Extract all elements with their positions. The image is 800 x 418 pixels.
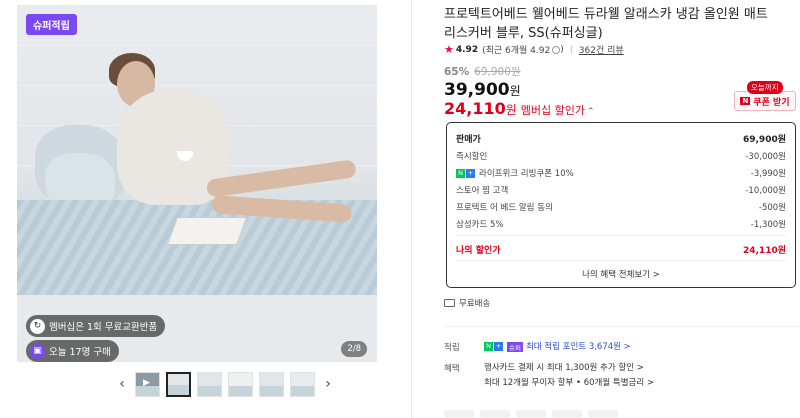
view-all-benefits-link[interactable]: 나의 혜택 전체보기 >: [447, 268, 795, 280]
member-price-label: 멤버십 할인가: [520, 104, 586, 117]
rating-row: ★ 4.92 (최근 6개월 4.92 ) | 362건 리뷰: [444, 43, 624, 56]
naver-plus-icon: N +: [484, 342, 503, 351]
coupon-today-badge: 오늘까지: [747, 81, 783, 94]
naver-plus-icon: N +: [456, 169, 475, 178]
earn-points-link[interactable]: N + 슈퍼 최대 적립 포인트 3,674원 >: [484, 340, 631, 352]
thumbnail-2[interactable]: [166, 371, 191, 397]
earn-label: 적립: [444, 343, 460, 353]
breakdown-row-coupon: N + 라이프위크 리빙쿠폰 10% -3,990원: [456, 167, 786, 179]
coupon-button[interactable]: N 쿠폰 받기: [734, 91, 796, 111]
naver-n-icon: N: [740, 97, 751, 105]
original-price: 69,900원: [474, 66, 521, 78]
benefit-label: 혜택: [444, 364, 460, 374]
discount-rate: 65%: [444, 65, 470, 78]
shipping-text: 무료배송: [459, 299, 491, 309]
column-divider: [411, 0, 412, 418]
shipping-info: 무료배송: [444, 297, 490, 309]
product-image-gallery[interactable]: 슈퍼적립 ↻ 멤버십은 1회 무료교환반품 ▣ 오늘 17명 구매 2/8: [17, 5, 377, 362]
membership-return-text: 멤버십은 1회 무료교환반품: [49, 322, 158, 333]
star-icon: ★: [444, 43, 454, 56]
thumbnail-6[interactable]: [290, 371, 315, 397]
sale-price: 39,900원: [444, 80, 521, 100]
bottom-tabs-hint: [444, 410, 618, 418]
review-count-link[interactable]: 362건 리뷰: [579, 43, 624, 56]
breakdown-row-instant: 즉시할인 -30,000원: [456, 152, 786, 162]
thumbnail-strip: ‹ ›: [115, 371, 335, 397]
super-tag: 슈퍼: [507, 341, 523, 352]
breakdown-row-card: 삼성카드 5% -1,300원: [456, 220, 786, 230]
today-purchase-text: 오늘 17명 구매: [49, 347, 111, 358]
price-breakdown-box: 판매가 69,900원 즉시할인 -30,000원 N + 라이프위크 리빙쿠폰 1…: [446, 122, 796, 288]
sale-price-won: 원: [509, 84, 521, 98]
member-price-won: 원: [505, 103, 517, 117]
info-icon[interactable]: [552, 45, 561, 54]
bag-icon: ▣: [30, 343, 45, 359]
chevron-right-icon[interactable]: ›: [321, 376, 335, 392]
truck-icon: [444, 299, 455, 307]
chevron-up-icon: ⌃: [587, 107, 595, 117]
return-icon: ↻: [30, 318, 45, 334]
sale-price-amount: 39,900: [444, 80, 510, 100]
breakdown-row-alert: 프로텍트 어 베드 알림 동의 -500원: [456, 203, 786, 213]
discount-row: 65% 69,900원: [444, 64, 521, 79]
image-counter: 2/8: [341, 341, 367, 357]
thumbnail-4[interactable]: [228, 371, 253, 397]
breakdown-row-sale-price: 판매가 69,900원: [456, 135, 786, 145]
rating-score: 4.92: [455, 44, 479, 55]
breakdown-row-store-fan: 스토어 찜 고객 -10,000원: [456, 186, 786, 196]
thumbnail-3[interactable]: [197, 371, 222, 397]
thumbnail-5[interactable]: [259, 371, 284, 397]
member-price-amount: 24,110: [444, 99, 506, 118]
earn-points-text: 최대 적립 포인트 3,674원 >: [525, 342, 631, 352]
installment-benefit-link[interactable]: 최대 12개월 무이자 할부 • 60개월 특별금리 >: [484, 376, 654, 388]
card-benefit-link[interactable]: 행사카드 결제 시 최대 1,300원 추가 할인 >: [484, 361, 644, 373]
product-photo: [17, 5, 377, 362]
coupon-button-label: 쿠폰 받기: [753, 97, 790, 108]
super-points-badge: 슈퍼적립: [26, 14, 77, 35]
product-title: 프로텍트어베드 웰어베드 듀라웰 알래스카 냉감 올인원 매트리스커버 블루, …: [444, 7, 768, 41]
chevron-left-icon[interactable]: ‹: [115, 376, 129, 392]
today-purchase-pill: ▣ 오늘 17명 구매: [26, 340, 119, 362]
rating-recent: (최근 6개월 4.92: [482, 46, 551, 56]
breakdown-row-my-price: 나의 할인가 24,110원: [456, 246, 786, 256]
thumbnail-video[interactable]: [135, 371, 160, 397]
member-price[interactable]: 24,110 원 멤버십 할인가 ⌃: [444, 99, 595, 118]
membership-return-pill: ↻ 멤버십은 1회 무료교환반품: [26, 315, 166, 337]
